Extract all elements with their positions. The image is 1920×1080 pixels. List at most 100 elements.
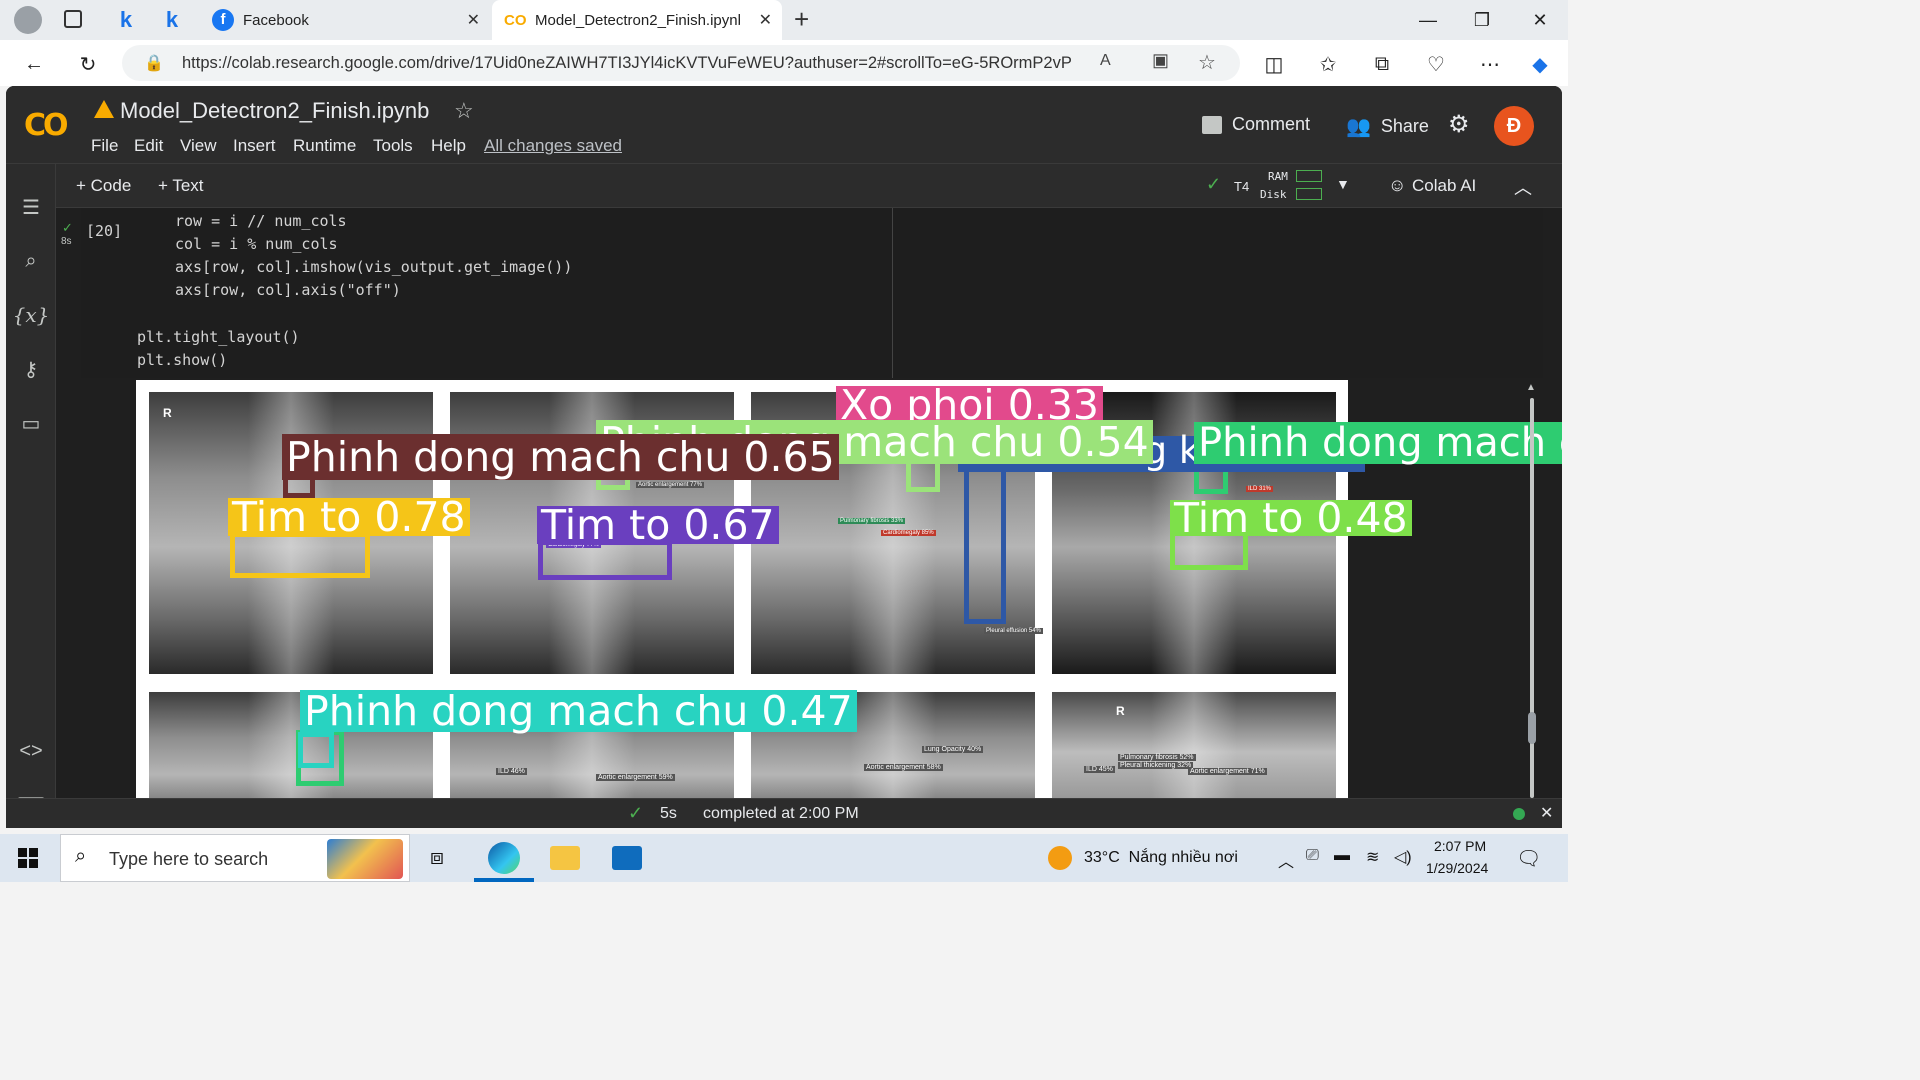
- minimize-icon[interactable]: —: [1406, 6, 1450, 34]
- task-view-icon[interactable]: ⧈: [430, 844, 444, 870]
- status-duration: 5s: [660, 805, 677, 822]
- tab-actions-icon[interactable]: [64, 10, 82, 28]
- edge-taskbar-icon[interactable]: [488, 842, 520, 874]
- drive-icon: [94, 100, 114, 118]
- new-tab-icon[interactable]: +: [794, 4, 809, 35]
- copilot-icon[interactable]: ◆: [1526, 50, 1554, 78]
- k-tab-1[interactable]: k: [114, 7, 138, 32]
- split-screen-icon[interactable]: ◫: [1260, 50, 1288, 78]
- runtime-type[interactable]: T4: [1234, 179, 1249, 194]
- tab-facebook[interactable]: f Facebook ✕: [200, 0, 490, 40]
- notebook-toolbar: + Code + Text ✓ T4 RAM Disk ▼ ☺ Colab AI…: [6, 164, 1562, 208]
- weather-text[interactable]: 33°C Nắng nhiều nơi: [1084, 849, 1238, 867]
- mail-icon[interactable]: [612, 846, 642, 870]
- comment-button[interactable]: Comment: [1202, 114, 1310, 135]
- disk-meter[interactable]: [1296, 188, 1322, 200]
- restore-icon[interactable]: ❐: [1460, 6, 1504, 34]
- status-bar: ✓ 5s completed at 2:00 PM ✕: [6, 798, 1562, 828]
- exec-count[interactable]: [20]: [86, 222, 122, 240]
- notebook-title[interactable]: Model_Detectron2_Finish.ipynb: [120, 98, 429, 124]
- weather-icon[interactable]: [1048, 846, 1072, 870]
- battery-icon[interactable]: ▬: [1334, 847, 1350, 865]
- profile-icon[interactable]: [14, 6, 42, 34]
- star-icon[interactable]: ☆: [454, 98, 474, 124]
- small-tag: ILD 45%: [1084, 766, 1115, 773]
- add-code-button[interactable]: + Code: [76, 176, 131, 196]
- menu-help[interactable]: Help: [431, 136, 466, 156]
- search-highlight-icon[interactable]: [327, 839, 403, 879]
- file-explorer-icon[interactable]: [550, 846, 580, 870]
- menu-file[interactable]: File: [91, 136, 118, 156]
- colab-ai-button[interactable]: Colab AI: [1412, 176, 1476, 196]
- secrets-key-icon[interactable]: ⚷: [18, 356, 44, 382]
- url-bar[interactable]: 🔒 https://colab.research.google.com/driv…: [122, 45, 1240, 81]
- connection-indicator: [1513, 808, 1525, 820]
- table-of-contents-icon[interactable]: ☰: [18, 194, 44, 220]
- code-line-6: plt.tight_layout(): [137, 328, 300, 346]
- lock-icon[interactable]: 🔒: [144, 53, 164, 73]
- tab-colab[interactable]: CO Model_Detectron2_Finish.ipynb ✕: [492, 0, 782, 40]
- more-icon[interactable]: ⋯: [1476, 50, 1504, 78]
- clock-date[interactable]: 1/29/2024: [1426, 860, 1488, 876]
- save-status[interactable]: All changes saved: [484, 136, 622, 156]
- menu-insert[interactable]: Insert: [233, 136, 276, 156]
- cell-output-image: R R Pulmonary fibrosis 33% Cardiomegaly …: [136, 380, 1562, 828]
- notifications-icon[interactable]: 🗨: [1516, 846, 1541, 871]
- settings-gear-icon[interactable]: ⚙: [1448, 110, 1470, 139]
- detection-label: Phinh dong mach chu 0.65: [282, 434, 839, 480]
- colab-logo[interactable]: CO: [24, 108, 68, 143]
- add-text-button[interactable]: + Text: [158, 176, 204, 196]
- small-tag: Aortic enlargement 58%: [864, 764, 943, 771]
- code-line-3: axs[row, col].imshow(vis_output.get_imag…: [175, 258, 573, 276]
- windows-start-icon[interactable]: [18, 848, 38, 868]
- scroll-up-icon[interactable]: ▲: [1526, 382, 1536, 393]
- read-aloud-icon[interactable]: A: [1100, 52, 1111, 70]
- k-tab-2[interactable]: k: [160, 7, 184, 32]
- small-tag: Aortic enlargement 77%: [636, 482, 705, 488]
- scroll-thumb[interactable]: [1528, 712, 1536, 744]
- code-cell[interactable]: row = i // num_cols col = i % num_cols a…: [81, 208, 1543, 378]
- close-tab-icon[interactable]: ✕: [759, 10, 772, 30]
- menu-edit[interactable]: Edit: [134, 136, 163, 156]
- status-check-icon: ✓: [628, 803, 644, 823]
- avatar[interactable]: Đ: [1494, 106, 1534, 146]
- taskbar-search[interactable]: ⌕ Type here to search: [60, 834, 410, 882]
- collapse-header-icon[interactable]: ︿: [1514, 174, 1532, 200]
- browser-essentials-icon[interactable]: ♡: [1422, 50, 1450, 78]
- clock-time[interactable]: 2:07 PM: [1434, 838, 1486, 854]
- comment-label: Comment: [1232, 114, 1311, 134]
- ram-meter[interactable]: [1296, 170, 1322, 182]
- windows-taskbar: ⌕ Type here to search ⧈ 33°C Nắng nhiều …: [0, 834, 1568, 882]
- share-button[interactable]: 👥 Share: [1346, 114, 1429, 139]
- show-hidden-icons-icon[interactable]: ︿: [1278, 848, 1294, 872]
- refresh-icon[interactable]: ↻: [74, 50, 102, 78]
- colab-app: CO Model_Detectron2_Finish.ipynb ☆ File …: [6, 86, 1562, 828]
- detection-label: Tim to 0.67: [537, 505, 779, 546]
- close-window-icon[interactable]: ✕: [1518, 6, 1562, 34]
- volume-icon[interactable]: ◁): [1394, 847, 1412, 867]
- close-status-icon[interactable]: ✕: [1540, 803, 1553, 823]
- variables-icon[interactable]: {x}: [13, 302, 50, 328]
- output-scrollbar[interactable]: ▲: [1524, 382, 1540, 802]
- detection-box: [964, 462, 1006, 624]
- colab-ai-icon: ☺: [1388, 175, 1407, 195]
- resources-dropdown-icon[interactable]: ▼: [1336, 176, 1350, 192]
- menu-view[interactable]: View: [180, 136, 217, 156]
- meet-now-icon[interactable]: ⎚: [1306, 847, 1319, 865]
- app-available-icon[interactable]: ▣: [1152, 50, 1169, 71]
- back-icon[interactable]: ←: [20, 50, 48, 78]
- marker-r-2: R: [1116, 704, 1125, 718]
- code-snippets-icon[interactable]: <>: [18, 738, 44, 764]
- search-icon[interactable]: ⌕: [18, 248, 44, 274]
- close-tab-icon[interactable]: ✕: [467, 10, 480, 30]
- favorite-star-icon[interactable]: ☆: [1198, 50, 1216, 75]
- menu-tools[interactable]: Tools: [373, 136, 413, 156]
- detection-label: Phinh dong mach chu 0.35: [1194, 422, 1562, 464]
- files-folder-icon[interactable]: ▭: [18, 410, 44, 436]
- wifi-icon[interactable]: ≋: [1366, 847, 1379, 867]
- collections-icon[interactable]: ⧉: [1368, 50, 1396, 78]
- favorites-icon[interactable]: ✩: [1314, 50, 1342, 78]
- code-editor[interactable]: row = i // num_cols col = i % num_cols a…: [81, 208, 893, 378]
- menu-runtime[interactable]: Runtime: [293, 136, 356, 156]
- url-text: https://colab.research.google.com/drive/…: [182, 54, 1072, 72]
